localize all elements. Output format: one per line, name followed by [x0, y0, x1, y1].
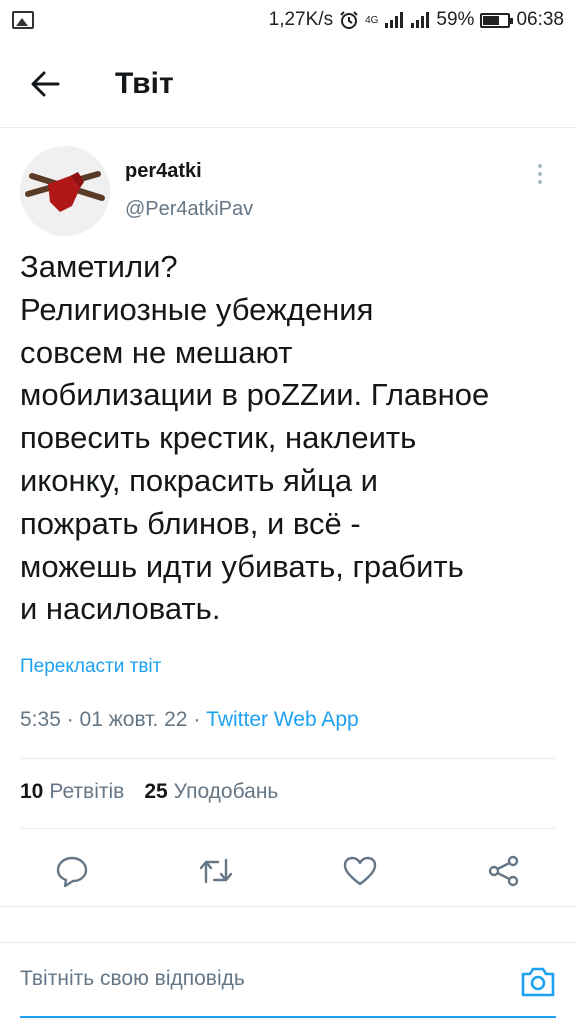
clock: 06:38 [516, 9, 564, 30]
reply-bar[interactable]: Твітніть свою відповідь [20, 943, 556, 1015]
author-name[interactable]: per4atki [125, 160, 202, 183]
more-vertical-icon[interactable] [528, 162, 552, 186]
meta-separator: · [193, 708, 207, 731]
tweet-stats: 10 Ретвітів 25 Уподобань [20, 780, 278, 804]
retweet-icon [199, 858, 233, 884]
share-icon [488, 855, 519, 887]
author-handle[interactable]: @Per4atkiPav [125, 198, 253, 221]
like-stat[interactable]: 25 Уподобань [144, 780, 278, 804]
retweet-count: 10 [20, 780, 44, 803]
like-label: Уподобань [173, 780, 279, 803]
retweet-stat[interactable]: 10 Ретвітів [20, 780, 124, 804]
battery-percent: 59% [436, 9, 475, 30]
status-left [12, 11, 34, 29]
retweet-label: Ретвітів [49, 780, 125, 803]
reply-input[interactable]: Твітніть свою відповідь [20, 967, 245, 991]
signal-icon [385, 12, 404, 28]
like-button[interactable] [335, 846, 385, 896]
alarm-icon [340, 11, 358, 29]
reply-underline [20, 1016, 556, 1018]
tweet-source[interactable]: Twitter Web App [206, 708, 359, 731]
signal-icon-2 [411, 12, 430, 28]
camera-icon [521, 967, 555, 997]
reply-button[interactable] [47, 846, 97, 896]
retweet-button[interactable] [191, 846, 241, 896]
divider [0, 906, 576, 907]
network-type: 4G [365, 14, 379, 26]
divider [20, 758, 556, 759]
tweet-meta: 5:35 · 01 жовт. 22 · Twitter Web App [20, 708, 359, 732]
translate-tweet-link[interactable]: Перекласти твіт [20, 656, 161, 678]
back-button[interactable] [15, 54, 75, 114]
tweet-text: Заметили? Религиозные убеждения совсем н… [20, 249, 490, 627]
camera-button[interactable] [520, 964, 556, 998]
share-button[interactable] [479, 846, 529, 896]
page-title: Твіт [115, 66, 174, 100]
status-right: 1,27K/s 4G 59% 06:38 [269, 9, 564, 31]
avatar[interactable] [20, 146, 110, 236]
battery-icon [480, 12, 514, 28]
network-speed: 1,27K/s [268, 9, 334, 30]
tweet-date: 01 жовт. 22 [79, 708, 188, 731]
heart-icon [343, 856, 377, 886]
battery-fill [483, 15, 499, 25]
status-bar: 1,27K/s 4G 59% 06:38 [0, 0, 576, 40]
meta-separator: · [66, 708, 80, 731]
tweet-actions [0, 846, 576, 906]
reply-icon [56, 856, 88, 887]
tweet-author: per4atki @Per4atkiPav [20, 146, 556, 236]
divider [20, 828, 556, 829]
gallery-notification-icon [12, 11, 34, 29]
header: Твіт [0, 40, 576, 128]
avatar-image [20, 146, 110, 236]
arrow-left-icon [31, 71, 60, 96]
like-count: 25 [144, 780, 168, 803]
tweet-time: 5:35 [20, 708, 61, 731]
